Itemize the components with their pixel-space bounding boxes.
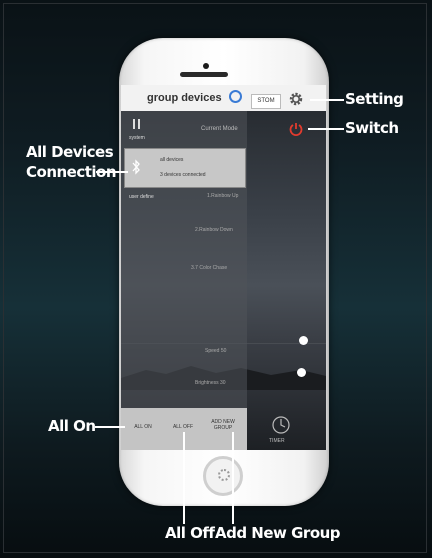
add-new-group-annotation: Add New Group bbox=[215, 524, 341, 542]
brightness-slider-knob[interactable] bbox=[297, 368, 306, 377]
switch-annotation: Switch bbox=[345, 119, 399, 137]
device-mode-panel: Current Mode system all devices 3 device… bbox=[121, 111, 247, 408]
system-label: system bbox=[129, 135, 145, 141]
all-off-callout-line bbox=[183, 432, 185, 524]
all-off-button[interactable]: ALL OFF bbox=[165, 424, 201, 430]
all-devices-label: all devices bbox=[160, 157, 184, 163]
brightness-label: Brightness 30 bbox=[195, 380, 226, 386]
custom-tab[interactable]: STOM bbox=[251, 94, 281, 109]
add-new-group-button[interactable]: ADD NEW GROUP bbox=[205, 419, 241, 431]
phone-screen: group devices STOM Current Mode system a… bbox=[121, 85, 326, 450]
home-button[interactable] bbox=[203, 456, 243, 496]
header-title: group devices bbox=[147, 92, 222, 104]
mode-color-chase[interactable]: 3.7 Color Chase bbox=[191, 265, 227, 271]
gear-icon[interactable] bbox=[288, 91, 304, 107]
all-devices-annotation-line1: All Devices bbox=[26, 143, 114, 161]
sync-icon[interactable] bbox=[229, 90, 242, 103]
speed-label: Speed 50 bbox=[205, 348, 227, 354]
mode-rainbow-down[interactable]: 2.Rainbow Down bbox=[195, 227, 233, 233]
power-icon[interactable] bbox=[288, 121, 304, 137]
all-on-button[interactable]: ALL ON bbox=[125, 424, 161, 430]
mode-rainbow-up[interactable]: 1.Rainbow Up bbox=[207, 193, 238, 199]
home-button-ring bbox=[218, 469, 230, 481]
setting-annotation: Setting bbox=[345, 90, 404, 108]
timer-icon bbox=[272, 416, 290, 434]
all-devices-connection[interactable]: all devices 3 devices connected bbox=[124, 148, 246, 188]
all-on-callout-line bbox=[95, 426, 125, 428]
all-off-annotation: All Off bbox=[165, 524, 215, 542]
devices-connected-label: 3 devices connected bbox=[160, 172, 206, 178]
all-on-annotation: All On bbox=[48, 417, 96, 435]
timer-button[interactable]: TIMER bbox=[261, 413, 301, 447]
timer-label: TIMER bbox=[269, 438, 285, 444]
bluetooth-icon bbox=[132, 159, 140, 175]
current-mode-label: Current Mode bbox=[201, 126, 238, 132]
app-header: group devices STOM bbox=[121, 85, 326, 111]
switch-callout-line bbox=[308, 128, 344, 130]
user-define-label: user define bbox=[129, 194, 154, 200]
add-new-group-callout-line bbox=[232, 432, 234, 524]
front-camera bbox=[203, 63, 209, 69]
all-devices-callout-line bbox=[96, 171, 128, 173]
setting-callout-line bbox=[310, 99, 344, 101]
pause-icon[interactable] bbox=[133, 119, 141, 129]
speed-slider-knob[interactable] bbox=[299, 336, 308, 345]
earpiece-speaker bbox=[180, 72, 228, 77]
